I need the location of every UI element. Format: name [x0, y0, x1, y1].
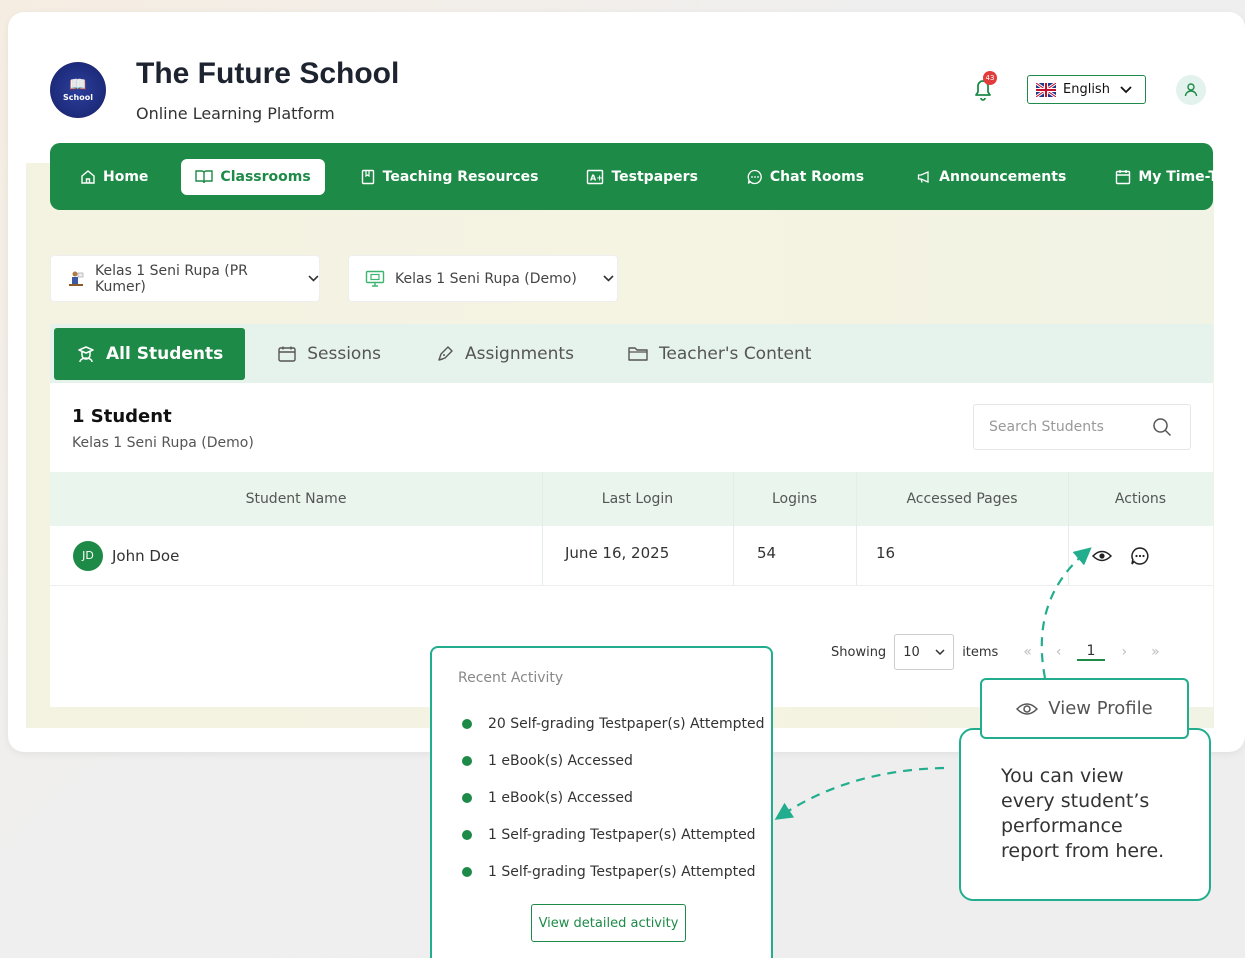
list-item: 20 Self-grading Testpaper(s) Attempted	[462, 705, 764, 742]
list-item: 1 eBook(s) Accessed	[462, 742, 764, 779]
bullet-dot	[462, 829, 472, 840]
bullet-dot	[462, 792, 472, 803]
bullet-dot	[462, 718, 472, 729]
view-profile-button[interactable]: View Profile	[980, 678, 1189, 739]
activity-text: 20 Self-grading Testpaper(s) Attempted	[488, 715, 765, 732]
activity-text: 1 Self-grading Testpaper(s) Attempted	[488, 826, 756, 843]
bullet-dot	[462, 866, 472, 877]
activity-text: 1 Self-grading Testpaper(s) Attempted	[488, 863, 756, 880]
recent-activity-title: Recent Activity	[458, 670, 564, 686]
bullet-dot	[462, 755, 472, 766]
list-item: 1 Self-grading Testpaper(s) Attempted	[462, 853, 764, 890]
list-item: 1 Self-grading Testpaper(s) Attempted	[462, 816, 764, 853]
view-profile-label: View Profile	[1048, 698, 1153, 719]
activity-text: 1 eBook(s) Accessed	[488, 789, 633, 806]
tip-text: You can view every student’s performance…	[1001, 765, 1165, 862]
activity-text: 1 eBook(s) Accessed	[488, 752, 633, 769]
recent-activity-popup: Recent Activity 20 Self-grading Testpape…	[430, 646, 773, 958]
tip-callout: You can view every student’s performance…	[959, 728, 1211, 901]
view-detailed-activity-button[interactable]: View detailed activity	[531, 904, 686, 942]
activity-list: 20 Self-grading Testpaper(s) Attempted 1…	[462, 705, 764, 890]
eye-icon	[1016, 702, 1039, 715]
list-item: 1 eBook(s) Accessed	[462, 779, 764, 816]
